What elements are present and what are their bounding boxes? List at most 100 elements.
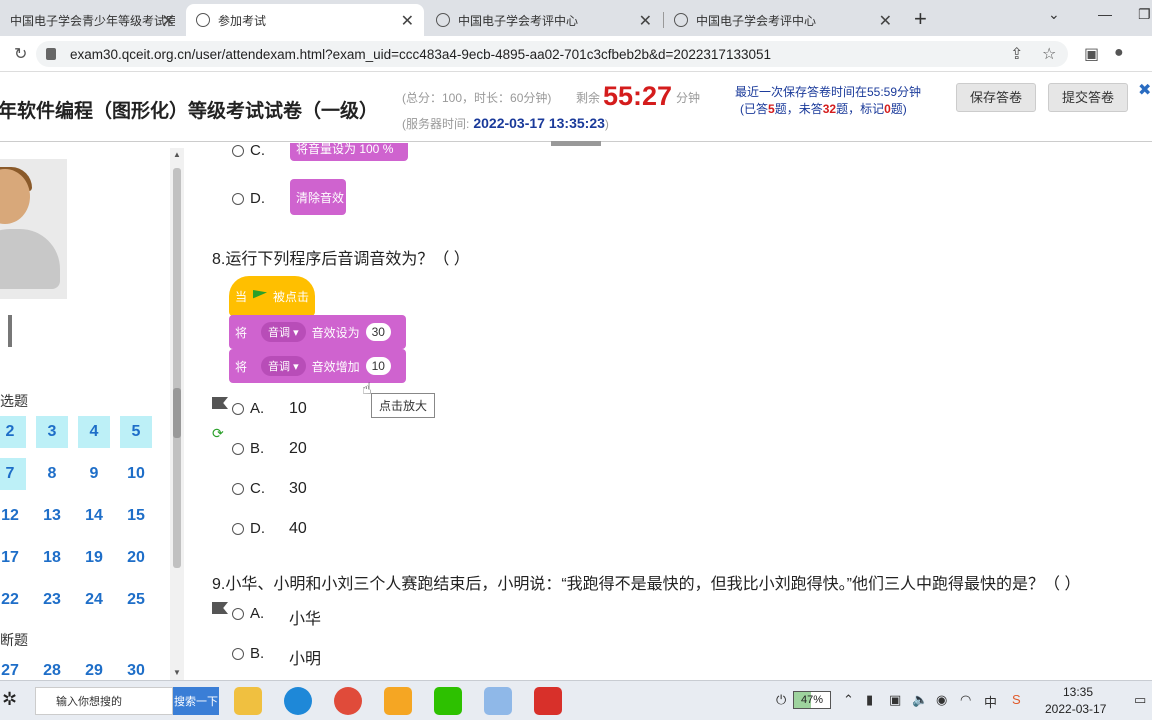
question-cell[interactable]: 19 [78,542,110,574]
scroll-up-icon[interactable]: ▲ [173,150,181,159]
chrome-icon[interactable] [334,687,362,715]
chevron-up-icon[interactable]: ⌃ [843,692,854,708]
question-cell[interactable]: 9 [78,458,110,490]
question-cell[interactable]: 14 [78,500,110,532]
option-b[interactable]: B. [232,440,264,457]
question-cell[interactable]: 13 [36,500,68,532]
close-icon[interactable]: ✕ [639,11,652,31]
question-cell[interactable]: 8 [36,458,68,490]
marked-count: 0 [884,102,891,116]
refresh-icon[interactable]: ⟳ [212,425,224,442]
question-cell[interactable]: 17 [0,542,26,574]
scrollbar-thumb-active[interactable] [173,388,181,438]
question-cell[interactable]: 18 [36,542,68,574]
display-icon[interactable]: ▣ [889,692,901,708]
radio-button[interactable] [232,482,244,495]
paint-icon[interactable] [484,687,512,715]
clock-date[interactable]: 2022-03-17 [1045,702,1106,716]
wifi-icon[interactable]: ◠ [960,692,971,708]
question-cell[interactable]: 2 [0,416,26,448]
question-cell[interactable]: 25 [120,584,152,616]
question-cell[interactable]: 15 [120,500,152,532]
question-cell[interactable]: 10 [120,458,152,490]
question-cell[interactable]: 5 [120,416,152,448]
tab-active[interactable]: 参加考试 ✕ [186,4,424,36]
reload-icon[interactable]: ↻ [14,44,27,64]
radio-button[interactable] [232,607,244,620]
globe-icon [436,13,450,27]
file-explorer-icon[interactable] [234,687,262,715]
start-icon[interactable]: ✲ [2,689,22,711]
app-tray-icon[interactable]: ◉ [936,692,947,708]
new-tab-icon[interactable]: + [914,6,927,32]
question-cell[interactable]: 7 [0,458,26,490]
profile-icon[interactable]: ● [1114,44,1124,62]
scratch-block-change-effect[interactable]: 将 音调 ▾ 音效增加 10 [229,349,406,383]
mic-icon[interactable]: ▮ [866,692,873,708]
option-d[interactable]: D. [232,520,265,537]
sidebar-scrollbar[interactable]: ▲ ▼ [170,148,184,680]
notification-icon[interactable]: ▭ [1134,692,1146,708]
value-bubble[interactable]: 10 [365,357,391,375]
option-b[interactable]: B. [232,645,264,662]
radio-button[interactable] [232,144,244,157]
hat-label: 当 [235,289,248,304]
flag-mark-icon[interactable] [212,397,228,409]
close-icon[interactable]: ✕ [879,11,892,31]
question-cell[interactable]: 3 [36,416,68,448]
radio-button[interactable] [232,442,244,455]
submit-answers-button[interactable]: 提交答卷 [1048,83,1129,112]
question-cell[interactable]: 22 [0,584,26,616]
radio-button[interactable] [232,647,244,660]
wps-icon[interactable] [534,687,562,715]
radio-button[interactable] [232,402,244,415]
zoom-tooltip: 点击放大 [371,393,436,418]
question-cell[interactable]: 23 [36,584,68,616]
radio-button[interactable] [232,522,244,535]
restore-icon[interactable]: ❐ [1138,6,1151,23]
option-a[interactable]: A. [232,605,264,622]
url-field[interactable]: exam30.qceit.org.cn/user/attendexam.html… [36,41,1068,67]
scrollbar-thumb[interactable] [173,168,181,568]
option-c[interactable]: C. [232,480,265,497]
ime-indicator[interactable]: 中 [984,692,997,711]
clock-time[interactable]: 13:35 [1063,685,1093,699]
option-c-prev[interactable]: C. [232,143,265,159]
option-d-prev[interactable]: D. [232,190,265,207]
volume-icon[interactable]: 🔈 [912,692,928,708]
close-icon[interactable]: ✕ [162,11,175,31]
scratch-block[interactable]: 清除音效 [290,179,346,215]
wechat-icon[interactable] [434,687,462,715]
close-icon[interactable]: ✕ [401,11,414,31]
scroll-down-icon[interactable]: ▼ [173,668,181,677]
flag-mark-icon[interactable] [212,602,228,614]
chevron-down-icon[interactable]: ⌄ [1048,6,1060,23]
scratch-hat-block[interactable]: 当 被点击 [229,276,315,316]
question-cell[interactable]: 4 [78,416,110,448]
app-icon[interactable] [384,687,412,715]
minimize-icon[interactable]: — [1098,6,1112,22]
scratch-block-set-effect[interactable]: 将 音调 ▾ 音效设为 30 [229,315,406,349]
star-icon[interactable]: ☆ [1042,44,1056,64]
question-cell[interactable]: 20 [120,542,152,574]
tab-0[interactable]: 中国电子学会青少年等级考试官网 ✕ [0,4,185,36]
scratch-block[interactable]: 将音量设为 100 % [290,143,408,161]
share-icon[interactable]: ⇪ [1010,44,1023,64]
taskbar-search-input[interactable]: 输入你想搜的 [35,687,173,715]
question-cell[interactable]: 24 [78,584,110,616]
battery-indicator[interactable]: 47% [793,691,831,709]
tab-3[interactable]: 中国电子学会考评中心 ✕ [664,4,902,36]
save-answers-button[interactable]: 保存答卷 [956,83,1037,112]
edge-icon[interactable] [284,687,312,715]
effect-dropdown[interactable]: 音调 ▾ [261,356,306,376]
radio-button[interactable] [232,192,244,205]
sidepanel-icon[interactable]: ▣ [1084,44,1099,64]
question-cell[interactable]: 12 [0,500,26,532]
sogou-icon[interactable]: S [1012,692,1021,707]
taskbar-search-button[interactable]: 搜索一下 [173,687,219,715]
tab-2[interactable]: 中国电子学会考评中心 ✕ [426,4,662,36]
option-value: 40 [289,520,307,537]
option-a[interactable]: A. [232,400,264,417]
effect-dropdown[interactable]: 音调 ▾ [261,322,306,342]
value-bubble[interactable]: 30 [365,323,391,341]
